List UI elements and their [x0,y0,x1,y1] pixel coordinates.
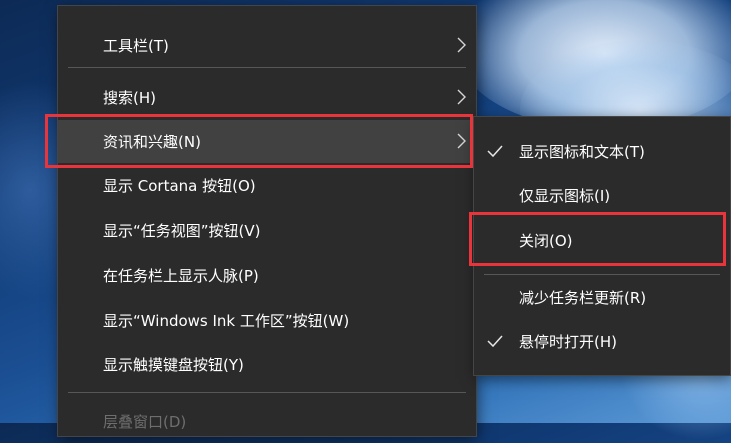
submenu-item-label: 关闭(O) [519,232,573,250]
menu-item-toolbars[interactable]: 工具栏(T) [58,24,476,67]
submenu-item-label: 悬停时打开(H) [519,333,617,351]
menu-item-label: 显示触摸键盘按钮(Y) [103,356,244,374]
menu-item-label: 在任务栏上显示人脉(P) [103,267,259,285]
menu-item-show-windows-ink-button[interactable]: 显示“Windows Ink 工作区”按钮(W) [58,299,476,342]
submenu-item-turn-off[interactable]: 关闭(O) [474,219,730,262]
menu-item-label: 资讯和兴趣(N) [103,133,201,151]
news-and-interests-submenu: 显示图标和文本(T) 仅显示图标(I) 关闭(O) 减少任务栏更新(R) 悬停时… [474,117,730,375]
menu-item-show-cortana-button[interactable]: 显示 Cortana 按钮(O) [58,164,476,207]
menu-item-search[interactable]: 搜索(H) [58,76,476,119]
menu-item-news-and-interests[interactable]: 资讯和兴趣(N) [58,120,476,163]
submenu-item-open-on-hover[interactable]: 悬停时打开(H) [474,320,730,363]
menu-item-label: 层叠窗口(D) [103,413,187,431]
menu-item-label: 显示“Windows Ink 工作区”按钮(W) [103,312,350,330]
chevron-right-icon [457,89,466,105]
taskbar-context-menu: 工具栏(T) 搜索(H) 资讯和兴趣(N) 显示 Cortana 按钮(O) 显… [58,6,476,436]
checkmark-icon [487,145,503,158]
menu-item-show-touch-keyboard-button[interactable]: 显示触摸键盘按钮(Y) [58,343,476,386]
submenu-item-label: 减少任务栏更新(R) [519,289,647,307]
chevron-right-icon [457,37,466,53]
submenu-divider [484,274,720,275]
submenu-item-show-icon-only[interactable]: 仅显示图标(I) [474,174,730,217]
chevron-right-icon [457,133,466,149]
submenu-item-label: 仅显示图标(I) [519,187,611,205]
menu-item-label: 搜索(H) [103,89,156,107]
menu-item-label: 工具栏(T) [103,37,169,55]
menu-divider [68,392,466,393]
submenu-item-show-icon-and-text[interactable]: 显示图标和文本(T) [474,130,730,173]
menu-item-show-task-view-button[interactable]: 显示“任务视图”按钮(V) [58,209,476,252]
checkmark-icon [487,335,503,348]
menu-item-cascade-windows: 层叠窗口(D) [58,400,476,443]
menu-item-label: 显示“任务视图”按钮(V) [103,222,261,240]
menu-divider [68,67,466,68]
menu-item-label: 显示 Cortana 按钮(O) [103,177,256,195]
submenu-item-reduce-taskbar-updates[interactable]: 减少任务栏更新(R) [474,276,730,319]
menu-item-show-people[interactable]: 在任务栏上显示人脉(P) [58,254,476,297]
submenu-item-label: 显示图标和文本(T) [519,143,645,161]
